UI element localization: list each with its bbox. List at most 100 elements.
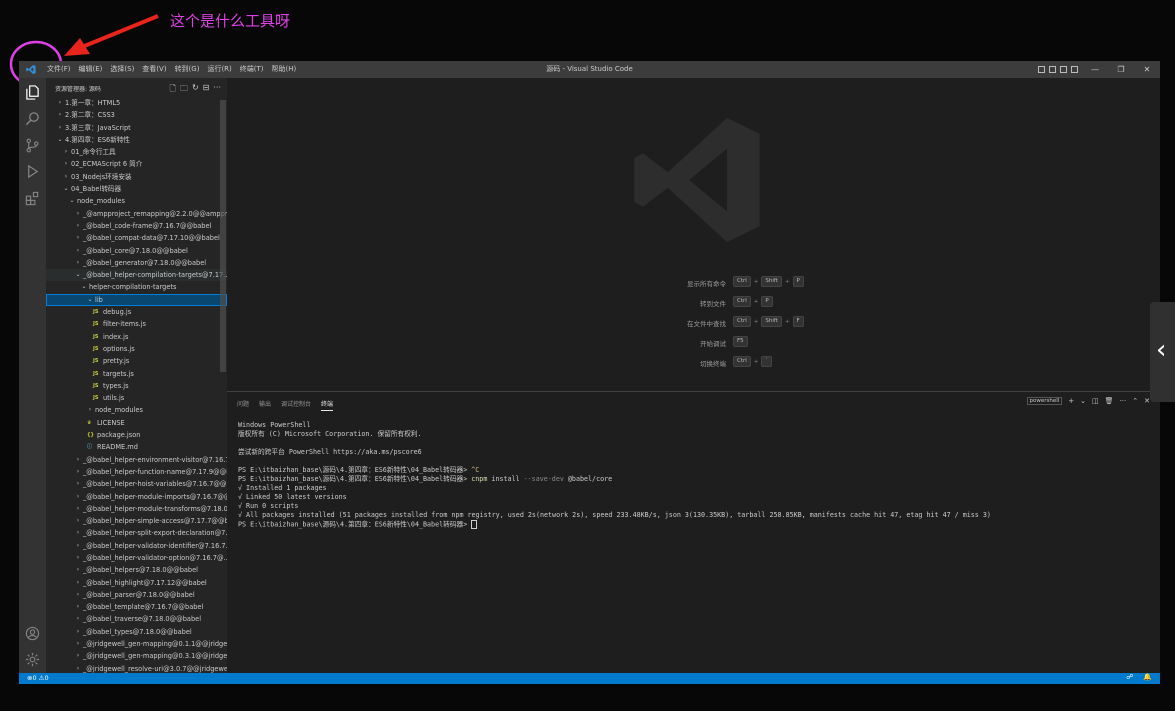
chevron-right-icon: › xyxy=(76,627,80,635)
sidebar-scrollbar[interactable] xyxy=(220,100,226,372)
menu-item-4[interactable]: 转到(G) xyxy=(171,61,204,78)
customize-layout-icon[interactable] xyxy=(1071,66,1078,73)
run-debug-icon[interactable] xyxy=(25,164,40,179)
tree-file[interactable]: JS types.js xyxy=(46,380,227,392)
tree-folder[interactable]: › _@babel_helper-module-transforms@7.18.0… xyxy=(46,503,227,515)
tree-folder[interactable]: › _@babel_helpers@7.18.0@@babel xyxy=(46,564,227,576)
source-control-icon[interactable] xyxy=(25,138,40,153)
tree-folder[interactable]: › 02_ECMAScript 6 简介 xyxy=(46,158,227,170)
tree-folder[interactable]: › _@babel_parser@7.18.0@@babel xyxy=(46,589,227,601)
tree-folder[interactable]: ⌄ lib xyxy=(46,293,227,307)
tree-folder[interactable]: › _@babel_helper-validator-option@7.16.7@… xyxy=(46,552,227,564)
tree-item-label: lib xyxy=(95,295,103,304)
tree-folder[interactable]: › 2.第二章：CSS3 xyxy=(46,109,227,121)
tree-file[interactable]: JS utils.js xyxy=(46,392,227,404)
search-icon[interactable] xyxy=(25,111,40,126)
tree-file[interactable]: {} package.json xyxy=(46,429,227,441)
toggle-secondary-sidebar-icon[interactable] xyxy=(1060,66,1067,73)
problems-status[interactable]: ⊗0 ⚠0 xyxy=(27,674,49,682)
json-file-icon: {} xyxy=(87,432,95,439)
kill-terminal-icon[interactable]: 🗑 xyxy=(1105,397,1114,405)
panel-tab[interactable]: 输出 xyxy=(259,399,271,411)
explorer-icon[interactable] xyxy=(25,85,40,100)
tree-file[interactable]: JS targets.js xyxy=(46,368,227,380)
tree-folder[interactable]: › _@jridgewell_gen-mapping@0.3.1@@jridge.… xyxy=(46,650,227,662)
terminal-output[interactable]: Windows PowerShell 版权所有 (C) Microsoft Cor… xyxy=(238,421,991,529)
tree-folder[interactable]: ⌄ helper-compilation-targets xyxy=(46,281,227,293)
tree-folder[interactable]: › _@babel_helper-simple-access@7.17.7@@b.… xyxy=(46,515,227,527)
tree-folder[interactable]: › 01_命令行工具 xyxy=(46,146,227,158)
maximize-panel-icon[interactable]: ⌃ xyxy=(1132,397,1138,405)
tree-folder[interactable]: › _@babel_highlight@7.17.12@@babel xyxy=(46,577,227,589)
new-folder-icon[interactable]: 🗀 xyxy=(180,83,188,97)
editor-area: 显示所有命令 Ctrl + Shift + P 转到文件 Ctrl + P 在文件中查找 Ctrl + S… xyxy=(227,78,1160,391)
toggle-sidebar-icon[interactable] xyxy=(1038,66,1045,73)
tree-folder[interactable]: › _@babel_helper-split-export-declaration… xyxy=(46,527,227,539)
tree-file[interactable]: JS debug.js xyxy=(46,306,227,318)
menu-item-2[interactable]: 选择(S) xyxy=(106,61,138,78)
account-icon[interactable] xyxy=(25,626,40,641)
new-file-icon[interactable]: 🗋 xyxy=(170,83,176,97)
chevron-down-icon: ⌄ xyxy=(87,295,93,303)
settings-gear-icon[interactable] xyxy=(25,652,40,667)
side-panel-toggle[interactable]: ‹ xyxy=(1150,302,1175,402)
tree-folder[interactable]: › _@babel_core@7.18.0@@babel xyxy=(46,245,227,257)
tree-file[interactable]: ⓘ README.md xyxy=(46,441,227,453)
tree-folder[interactable]: › _@babel_helper-module-imports@7.16.7@@.… xyxy=(46,491,227,503)
refresh-icon[interactable]: ↻ xyxy=(192,83,199,97)
warning-count: 0 xyxy=(44,674,49,682)
close-button[interactable]: ✕ xyxy=(1134,61,1160,78)
tree-file[interactable]: ♛ LICENSE xyxy=(46,417,227,429)
tree-folder[interactable]: › _@babel_types@7.18.0@@babel xyxy=(46,626,227,638)
collapse-all-icon[interactable]: ⊟ xyxy=(203,83,210,97)
tree-folder[interactable]: › _@babel_traverse@7.18.0@@babel xyxy=(46,613,227,625)
vscode-logo-icon[interactable] xyxy=(25,64,37,75)
tree-file[interactable]: JS options.js xyxy=(46,343,227,355)
new-terminal-icon[interactable]: + xyxy=(1068,397,1074,405)
more-panel-actions-icon[interactable]: ··· xyxy=(1120,397,1127,405)
menu-item-5[interactable]: 运行(R) xyxy=(203,61,235,78)
tree-folder[interactable]: ⌄ 04_Babel转码器 xyxy=(46,183,227,195)
restore-button[interactable]: ❐ xyxy=(1108,61,1134,78)
feedback-icon[interactable]: ☍ xyxy=(1126,673,1133,681)
tree-folder[interactable]: › 1.第一章：HTML5 xyxy=(46,97,227,109)
shortcut-row: 开始调试 F5 xyxy=(587,336,887,348)
tree-folder[interactable]: › _@jridgewell_gen-mapping@0.1.1@@jridge.… xyxy=(46,638,227,650)
menu-item-7[interactable]: 帮助(H) xyxy=(268,61,301,78)
tree-folder[interactable]: › _@jridgewell_resolve-uri@3.0.7@@jridgew… xyxy=(46,663,227,673)
tree-file[interactable]: JS index.js xyxy=(46,331,227,343)
menu-item-1[interactable]: 编辑(E) xyxy=(75,61,107,78)
tree-folder[interactable]: › node_modules xyxy=(46,404,227,416)
menu-item-3[interactable]: 查看(V) xyxy=(138,61,170,78)
toggle-panel-icon[interactable] xyxy=(1049,66,1056,73)
menu-item-6[interactable]: 终端(T) xyxy=(236,61,268,78)
extensions-icon[interactable] xyxy=(25,191,40,206)
terminal-dropdown-icon[interactable]: ⌄ xyxy=(1080,397,1086,405)
tree-folder[interactable]: › _@babel_generator@7.18.0@@babel xyxy=(46,257,227,269)
tree-folder[interactable]: › _@babel_compat-data@7.17.10@@babel xyxy=(46,232,227,244)
tree-folder[interactable]: ⌄ 4.第四章：ES6新特性 xyxy=(46,134,227,146)
menu-item-0[interactable]: 文件(F) xyxy=(43,61,75,78)
tree-folder[interactable]: › 3.第三章：JavaScript xyxy=(46,122,227,134)
tree-folder[interactable]: › _@babel_helper-validator-identifier@7.1… xyxy=(46,540,227,552)
js-file-icon: JS xyxy=(93,309,99,316)
tree-folder[interactable]: › _@babel_code-frame@7.16.7@@babel xyxy=(46,220,227,232)
tree-folder[interactable]: ⌄ _@babel_helper-compilation-targets@7.17… xyxy=(46,269,227,282)
notifications-bell-icon[interactable]: 🔔 xyxy=(1143,673,1152,681)
tree-folder[interactable]: › _@babel_helper-environment-visitor@7.16… xyxy=(46,454,227,466)
tree-folder[interactable]: › _@babel_template@7.16.7@@babel xyxy=(46,601,227,613)
panel-tab[interactable]: 终端 xyxy=(321,399,334,411)
more-actions-icon[interactable]: ··· xyxy=(213,83,221,97)
minimize-button[interactable]: — xyxy=(1082,61,1108,78)
panel-tab[interactable]: 调试控制台 xyxy=(281,399,311,411)
tree-folder[interactable]: › _@babel_helper-hoist-variables@7.16.7@@… xyxy=(46,478,227,490)
tree-file[interactable]: JS pretty.js xyxy=(46,355,227,367)
tree-folder[interactable]: ⌄ node_modules xyxy=(46,195,227,207)
tree-folder[interactable]: › 03_Nodejs环境安装 xyxy=(46,171,227,183)
tree-folder[interactable]: › _@babel_helper-function-name@7.17.9@@b.… xyxy=(46,466,227,478)
tree-folder[interactable]: ›_@ampproject_remapping@2.2.0@@ampprojec… xyxy=(46,208,227,220)
terminal-selector[interactable]: powershell xyxy=(1026,397,1063,405)
panel-tab[interactable]: 问题 xyxy=(237,399,249,411)
tree-file[interactable]: JS filter-items.js xyxy=(46,318,227,330)
split-terminal-icon[interactable]: ◫ xyxy=(1092,397,1099,405)
